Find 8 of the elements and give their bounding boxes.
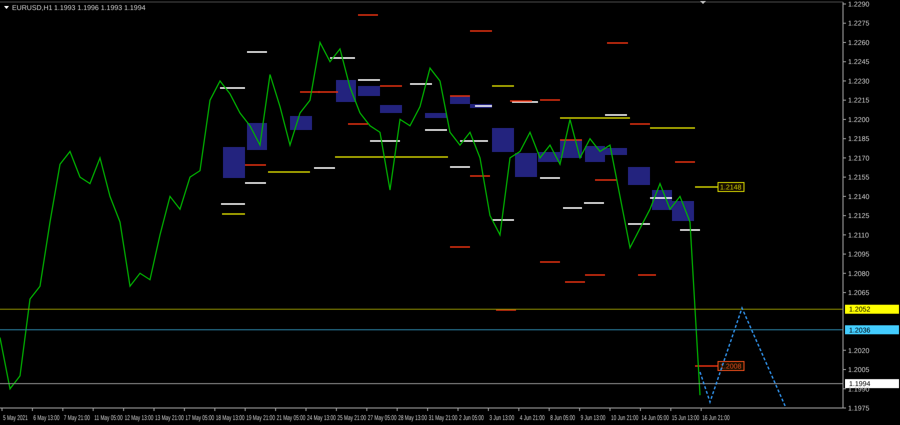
horizontal-level-line[interactable]	[0, 308, 844, 310]
horizontal-level-line[interactable]	[0, 383, 844, 384]
price-tag	[845, 304, 899, 314]
shift-marker-icon[interactable]	[700, 1, 706, 4]
price-tag	[845, 325, 899, 334]
horizontal-level-line[interactable]	[0, 329, 844, 330]
price-tag	[845, 379, 899, 388]
dropdown-triangle-icon[interactable]	[4, 6, 9, 9]
